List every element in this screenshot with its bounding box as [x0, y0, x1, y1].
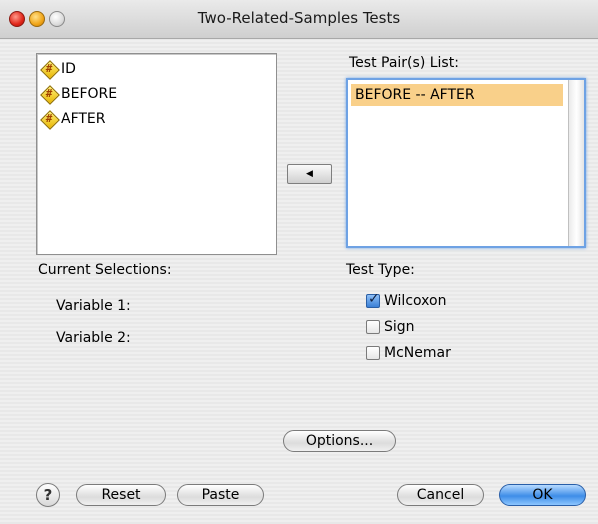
current-selections-label: Current Selections: — [38, 262, 172, 278]
window-title: Two-Related-Samples Tests — [197, 9, 401, 27]
checkbox-unchecked-icon — [366, 320, 380, 334]
mcnemar-checkbox[interactable]: McNemar — [366, 345, 451, 361]
variable-label: BEFORE — [61, 86, 118, 102]
checkbox-label: Sign — [384, 319, 415, 335]
variable-1-label: Variable 1: — [56, 298, 131, 314]
variable-item-id[interactable]: # ID — [40, 58, 76, 80]
sign-checkbox[interactable]: Sign — [366, 319, 415, 335]
pair-item[interactable]: BEFORE -- AFTER — [351, 84, 563, 106]
move-pair-button[interactable]: ◀ — [287, 164, 332, 184]
variable-item-before[interactable]: # BEFORE — [40, 83, 118, 105]
vertical-scrollbar[interactable] — [568, 80, 584, 246]
title-bar: Two-Related-Samples Tests — [0, 0, 598, 39]
checkbox-unchecked-icon — [366, 346, 380, 360]
scale-variable-icon: # — [40, 60, 60, 80]
scale-variable-icon: # — [40, 85, 60, 105]
reset-button[interactable]: Reset — [76, 484, 166, 506]
checkbox-checked-icon: ✓ — [366, 291, 380, 308]
checkbox-label: McNemar — [384, 345, 451, 361]
variable-label: AFTER — [61, 111, 106, 127]
variable-label: ID — [61, 61, 76, 77]
test-pair-list[interactable]: BEFORE -- AFTER — [346, 78, 586, 248]
options-button[interactable]: Options... — [283, 430, 396, 452]
scale-variable-icon: # — [40, 110, 60, 130]
dialog-window: Two-Related-Samples Tests # ID # BEFORE … — [0, 0, 598, 524]
source-variable-list[interactable]: # ID # BEFORE # AFTER — [36, 53, 277, 255]
ok-button[interactable]: OK — [499, 484, 586, 506]
help-button[interactable]: ? — [36, 483, 60, 507]
cancel-button[interactable]: Cancel — [397, 484, 484, 506]
test-pair-list-label: Test Pair(s) List: — [349, 55, 459, 71]
paste-button[interactable]: Paste — [177, 484, 264, 506]
checkbox-label: Wilcoxon — [384, 293, 447, 309]
variable-2-label: Variable 2: — [56, 330, 131, 346]
wilcoxon-checkbox[interactable]: ✓ Wilcoxon — [366, 291, 447, 309]
test-type-label: Test Type: — [346, 262, 415, 278]
left-arrow-icon: ◀ — [306, 169, 313, 179]
variable-item-after[interactable]: # AFTER — [40, 108, 106, 130]
